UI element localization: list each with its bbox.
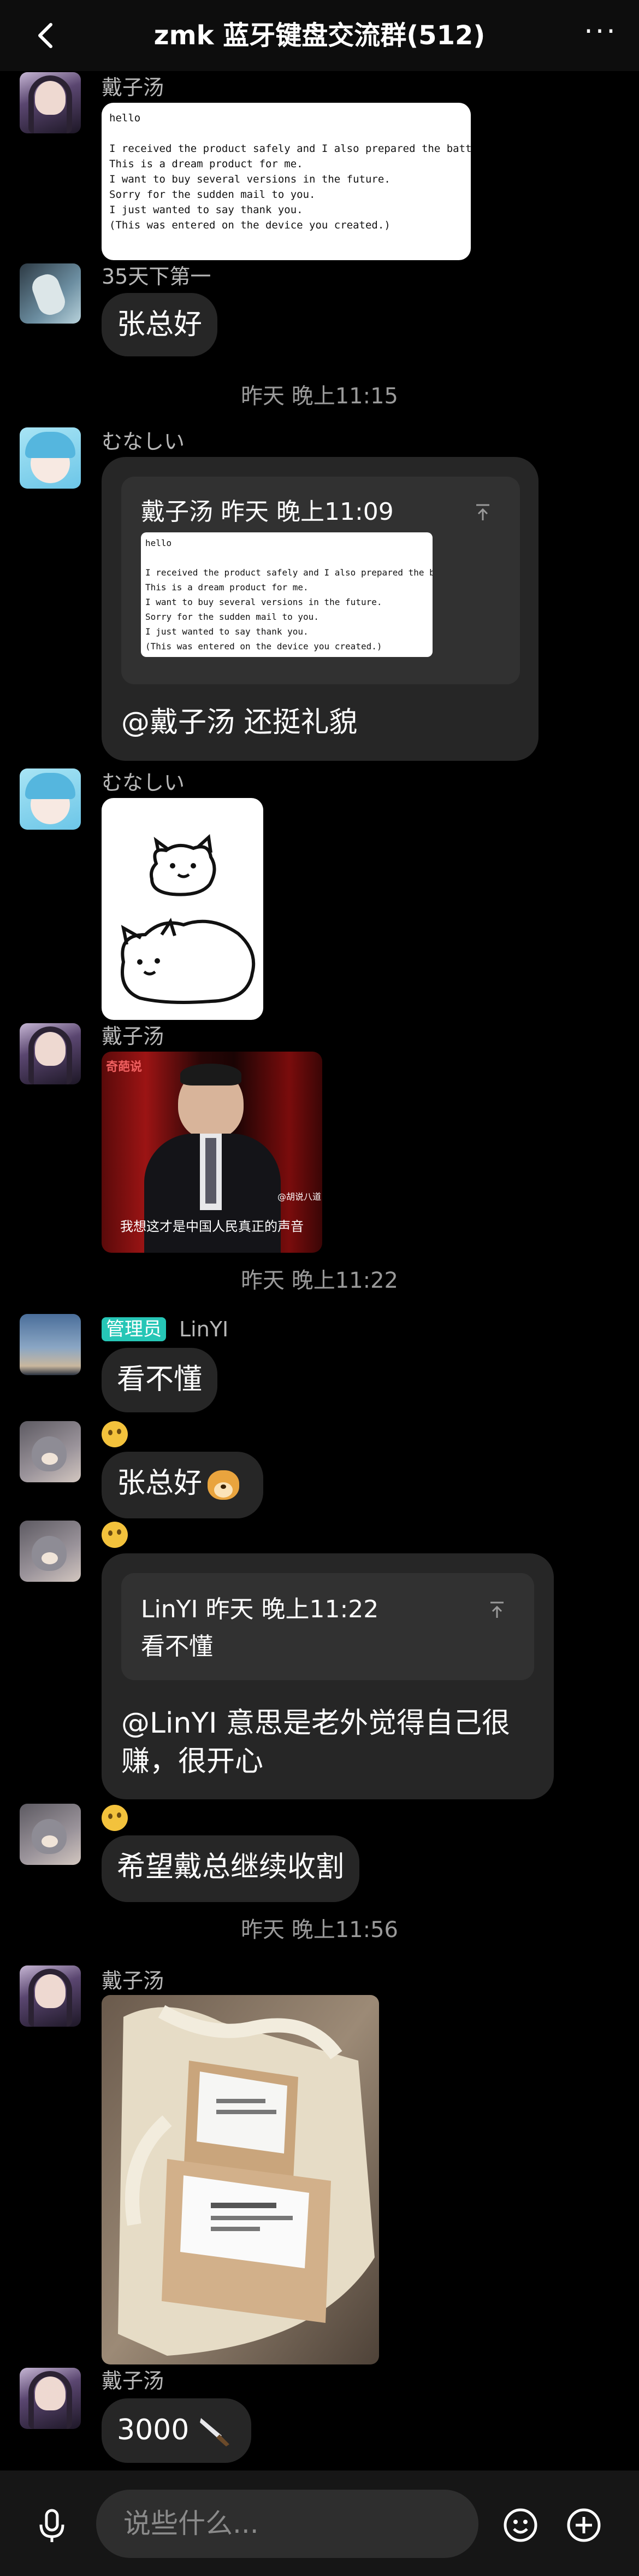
person-tie <box>205 1138 216 1204</box>
quote-header: LinYI 昨天 晚上11:22 <box>141 1595 379 1623</box>
watermark-text: @胡说八道 <box>277 1192 322 1202</box>
avatar[interactable] <box>20 263 81 324</box>
avatar[interactable] <box>20 1314 81 1375</box>
email-line: I want to buy several versions in the fu… <box>109 173 390 185</box>
sender-name: むなしい <box>102 771 185 795</box>
sender-name: LinYI <box>179 1317 229 1341</box>
avatar[interactable] <box>20 768 81 830</box>
jump-to-original-icon[interactable] <box>472 502 494 524</box>
email-line: This is a dream product for me. <box>109 158 303 170</box>
reply-text-line2: 赚，很开心 <box>121 1745 264 1778</box>
sender-name: 戴子汤 <box>102 75 164 99</box>
email-line: I want to buy several versions in the fu… <box>145 597 382 607</box>
email-line: Sorry for the sudden mail to you. <box>145 612 319 622</box>
avatar[interactable] <box>20 1804 81 1865</box>
thinking-face-emoji <box>102 1421 128 1447</box>
plus-circle-icon[interactable] <box>565 2506 603 2544</box>
email-line: Sorry for the sudden mail to you. <box>109 189 316 201</box>
avatar[interactable] <box>20 2368 81 2429</box>
email-line: I received the product safely and I also… <box>145 567 433 578</box>
video-caption: 我想这才是中国人民真正的声音 <box>120 1219 304 1234</box>
dog-nose <box>221 1484 226 1489</box>
avatar[interactable] <box>20 427 81 489</box>
quote-header: 戴子汤 昨天 晚上11:09 <box>141 498 394 526</box>
timestamp: 昨天 晚上11:56 <box>241 1917 398 1943</box>
email-line: hello <box>109 112 141 124</box>
avatar[interactable] <box>20 1965 81 2027</box>
microphone-icon[interactable] <box>33 2506 71 2544</box>
email-screenshot-image[interactable]: hello I received the product safely and … <box>102 103 471 260</box>
sender-name: むなしい <box>102 430 185 454</box>
email-line: (This was entered on the device you crea… <box>109 219 390 231</box>
email-line: (This was entered on the device you crea… <box>145 641 382 652</box>
chat-title: zmk 蓝牙键盘交流群(512) <box>153 20 486 51</box>
reply-text: @戴子汤 还挺礼貌 <box>121 706 358 739</box>
more-options-icon[interactable]: ··· <box>579 16 623 55</box>
message-bubble[interactable]: 张总好 <box>102 293 218 356</box>
cardboard-boxes-in-bag-photo[interactable] <box>102 1995 379 2364</box>
message-input[interactable]: 说些什么... <box>96 2490 478 2558</box>
show-logo: 奇葩说 <box>106 1060 143 1074</box>
video-screenshot-image[interactable]: 奇葩说 @胡说八道 我想这才是中国人民真正的声音 <box>102 1052 322 1253</box>
email-line <box>145 550 428 565</box>
quoted-email-image[interactable]: hello I received the product safely and … <box>141 532 433 657</box>
person-hair <box>180 1064 241 1085</box>
sender-name: 35天下第一 <box>102 265 211 289</box>
email-line: I just wanted to say thank you. <box>145 626 309 637</box>
thinking-face-emoji <box>102 1522 128 1548</box>
sender-name: 戴子汤 <box>102 2369 164 2393</box>
timestamp: 昨天 晚上11:22 <box>241 1268 398 1293</box>
sender-name: 戴子汤 <box>102 1969 164 1993</box>
message-bubble[interactable]: 希望戴总继续收割 <box>102 1835 360 1902</box>
jump-to-original-icon[interactable] <box>486 1599 508 1621</box>
knife-emoji <box>200 2418 229 2446</box>
quote-text: 看不懂 <box>141 1633 213 1660</box>
message-text: 3000 <box>117 2414 190 2446</box>
timestamp: 昨天 晚上11:15 <box>241 384 398 409</box>
avatar[interactable] <box>20 1521 81 1582</box>
sender-name: 戴子汤 <box>102 1024 164 1048</box>
two-cats-doodle-sticker[interactable] <box>102 798 263 1020</box>
quoted-message[interactable] <box>121 1573 534 1680</box>
email-line: I just wanted to say thank you. <box>109 204 303 216</box>
reply-text-line1: @LinYI 意思是老外觉得自己很 <box>121 1707 511 1740</box>
avatar[interactable] <box>20 1023 81 1084</box>
email-line: hello <box>145 538 172 548</box>
avatar[interactable] <box>20 1421 81 1482</box>
email-line: I received the product safely and I also… <box>109 143 471 155</box>
admin-badge: 管理员 <box>102 1317 166 1341</box>
email-line: This is a dream product for me. <box>145 582 309 592</box>
thinking-face-emoji <box>102 1805 128 1831</box>
message-text: 张总好 <box>117 1467 203 1500</box>
message-bubble[interactable]: 看不懂 <box>102 1348 218 1412</box>
smiley-icon[interactable] <box>501 2506 540 2544</box>
email-line <box>109 126 463 141</box>
dog-face-emoji <box>208 1470 239 1500</box>
avatar[interactable] <box>20 72 81 133</box>
